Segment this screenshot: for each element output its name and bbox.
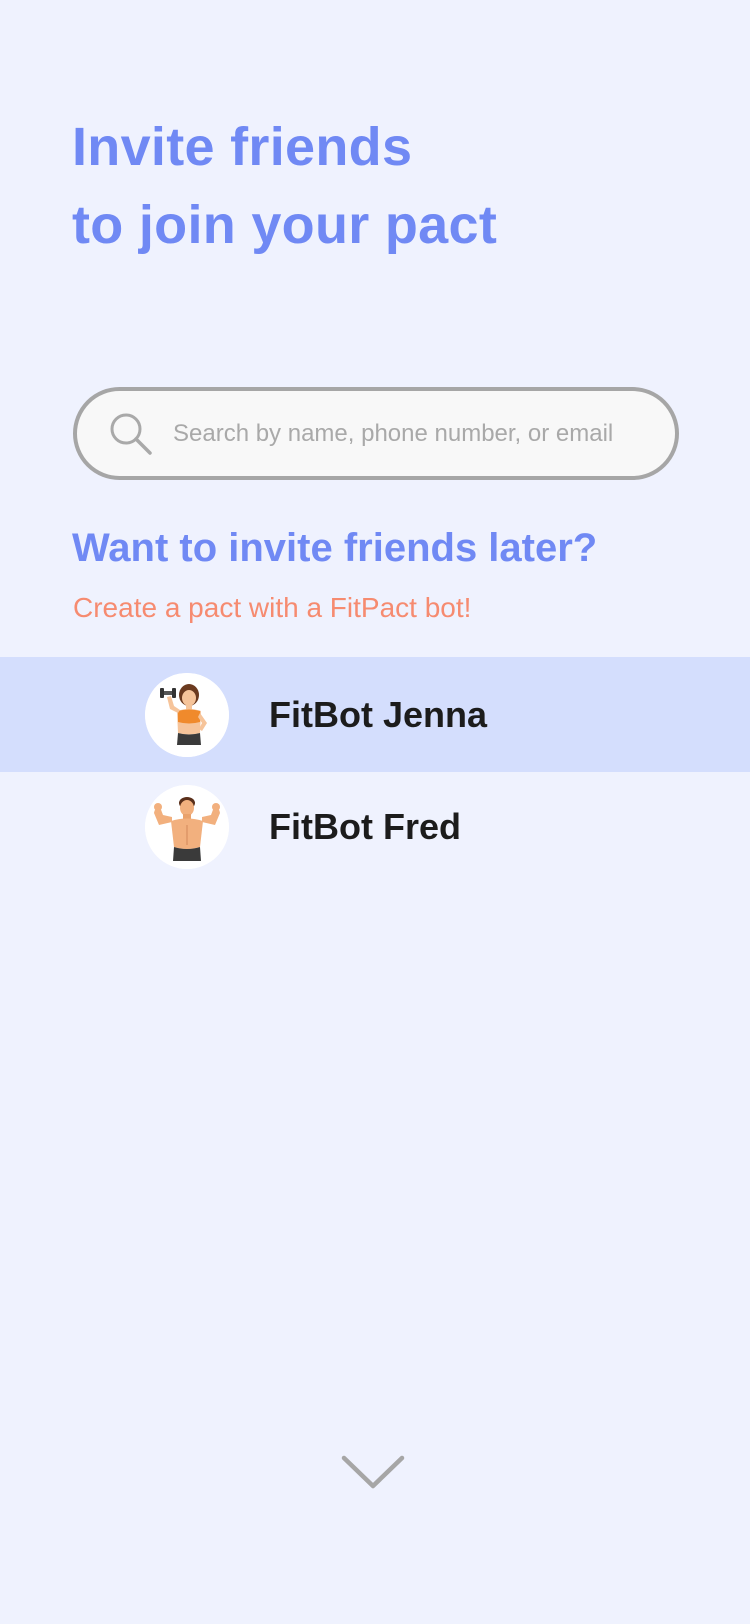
bot-name-fred: FitBot Fred xyxy=(269,806,461,847)
invite-later-heading: Want to invite friends later? xyxy=(72,526,598,570)
invite-friends-screen: Invite friends to join your pact Want to… xyxy=(0,0,750,1624)
search-bar[interactable] xyxy=(73,387,679,480)
search-input[interactable] xyxy=(173,403,643,464)
bot-item-fred[interactable]: FitBot Fred xyxy=(0,768,750,886)
create-bot-pact-prompt: Create a pact with a FitPact bot! xyxy=(73,592,472,623)
page-title: Invite friends to join your pact xyxy=(72,108,692,264)
page-title-line-1: Invite friends xyxy=(72,117,413,177)
bot-name-jenna: FitBot Jenna xyxy=(269,693,488,735)
bot-item-jenna[interactable]: FitBot Jenna xyxy=(0,657,750,772)
search-icon xyxy=(110,413,152,455)
male-bodybuilder-avatar xyxy=(145,785,229,869)
page-title-line-2: to join your pact xyxy=(72,195,498,255)
chevron-down-icon[interactable] xyxy=(340,1452,406,1492)
female-fitness-avatar xyxy=(145,672,229,757)
